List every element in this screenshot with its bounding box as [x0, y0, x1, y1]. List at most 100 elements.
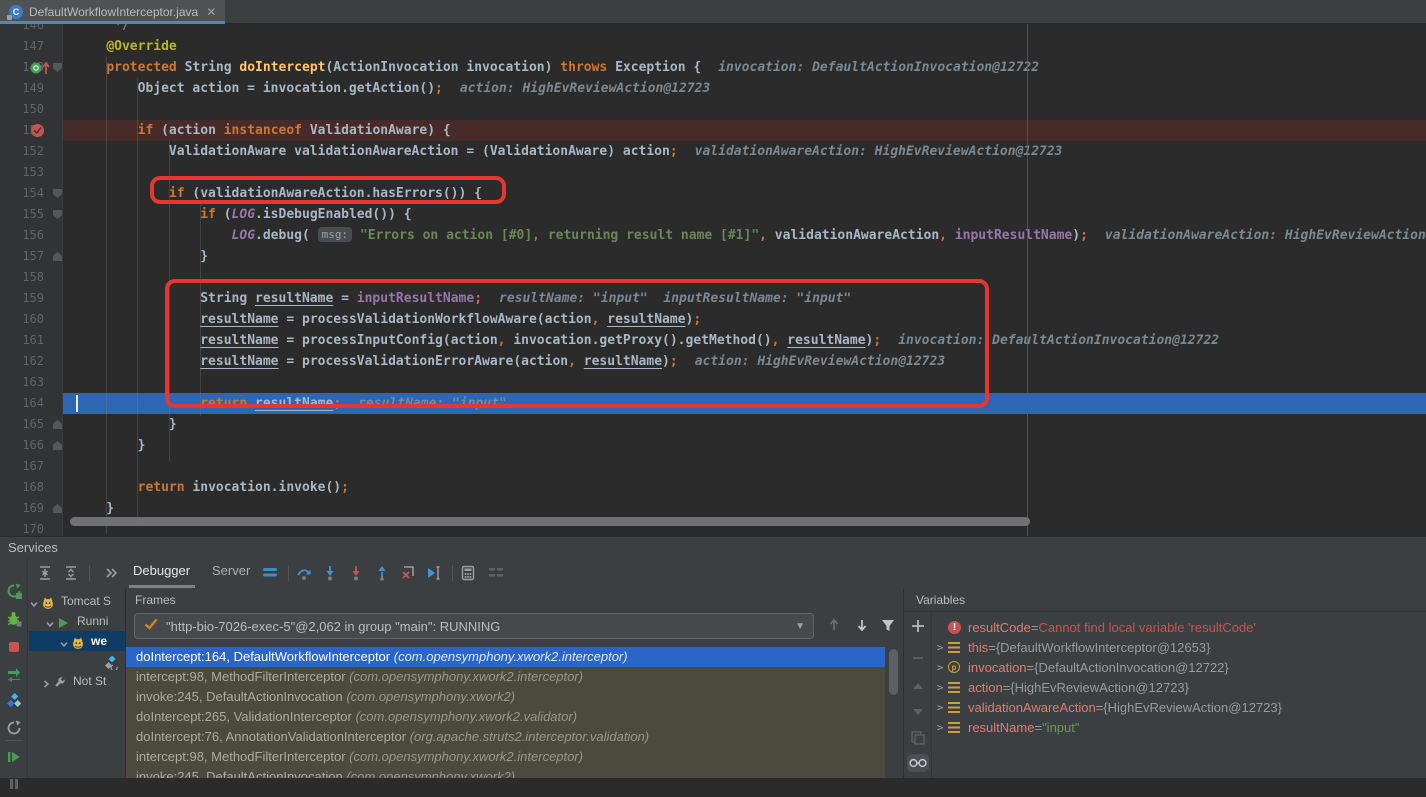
drop-frame-icon[interactable]: [400, 565, 416, 581]
variable-row[interactable]: >action = {HighEvReviewAction@12723}: [932, 677, 1426, 697]
chevron-right-icon[interactable]: >: [932, 661, 948, 674]
services-tree-item[interactable]: we: [29, 631, 125, 651]
code-line-152[interactable]: 152 ValidationAware validationAwareActio…: [0, 141, 1426, 162]
move-down-icon[interactable]: [910, 704, 926, 720]
step-out-icon[interactable]: [374, 565, 390, 581]
code-line-158[interactable]: 158: [0, 267, 1426, 288]
stack-frame[interactable]: invoke:245, DefaultActionInvocation (com…: [126, 767, 885, 778]
fold-marker[interactable]: [53, 504, 62, 513]
fold-marker[interactable]: [53, 441, 62, 450]
thread-selector[interactable]: "http-bio-7026-exec-5"@2,062 in group "m…: [134, 613, 814, 639]
parameter-icon: p: [948, 661, 968, 673]
code-line-166[interactable]: 166 }: [0, 435, 1426, 456]
variable-row[interactable]: >pinvocation = {DefaultActionInvocation@…: [932, 657, 1426, 677]
show-watches-icon[interactable]: [907, 754, 929, 772]
add-watch-icon[interactable]: [910, 618, 926, 634]
code-line-165[interactable]: 165 }: [0, 414, 1426, 435]
variable-row[interactable]: >resultName = "input": [932, 717, 1426, 737]
stack-frame[interactable]: invoke:245, DefaultActionInvocation (com…: [126, 687, 885, 707]
variable-row[interactable]: >this = {DefaultWorkflowInterceptor@1265…: [932, 637, 1426, 657]
frames-scrollbar[interactable]: [885, 647, 903, 778]
fold-marker[interactable]: [53, 210, 62, 219]
chevron-right-icon[interactable]: [41, 676, 53, 686]
code-line-164[interactable]: 164 return resultName;resultName: "input…: [0, 393, 1426, 414]
remove-watch-icon[interactable]: [910, 650, 926, 666]
code-line-160[interactable]: 160 resultName = processValidationWorkfl…: [0, 309, 1426, 330]
code-line-163[interactable]: 163: [0, 372, 1426, 393]
variable-row[interactable]: >validationAwareAction = {HighEvReviewAc…: [932, 697, 1426, 717]
code-line-151[interactable]: 151 if (action instanceof ValidationAwar…: [0, 120, 1426, 141]
run-to-cursor-icon[interactable]: [426, 565, 442, 581]
frames-scrollbar-thumb[interactable]: [889, 649, 898, 695]
stack-frame[interactable]: doIntercept:265, ValidationInterceptor (…: [126, 707, 885, 727]
stack-frame[interactable]: doIntercept:76, AnnotationValidationInte…: [126, 727, 885, 747]
close-icon[interactable]: ✕: [206, 6, 216, 18]
services-tree-item[interactable]: [29, 651, 125, 671]
debug-icon[interactable]: [6, 611, 22, 627]
services-tree-item[interactable]: Not St: [29, 671, 125, 691]
code-line-148[interactable]: 148 protected String doIntercept(ActionI…: [0, 57, 1426, 78]
code-editor[interactable]: 146 */147 @Override148 protected String …: [0, 24, 1426, 536]
variable-row[interactable]: !resultCode = Cannot find local variable…: [932, 617, 1426, 637]
editor-tab[interactable]: C DefaultWorkflowInterceptor.java ✕: [0, 0, 225, 24]
duplicate-icon[interactable]: [910, 730, 926, 746]
tab-debugger[interactable]: Debugger: [133, 563, 190, 578]
stack-frame[interactable]: intercept:98, MethodFilterInterceptor (c…: [126, 747, 885, 767]
code-line-150[interactable]: 150: [0, 99, 1426, 120]
services-tree-item[interactable]: Tomcat S: [29, 591, 125, 611]
code-line-157[interactable]: 157 }: [0, 246, 1426, 267]
evaluate-expression-icon[interactable]: [460, 565, 476, 581]
chevron-down-icon[interactable]: [59, 636, 71, 646]
code-line-162[interactable]: 162 resultName = processValidationErrorA…: [0, 351, 1426, 372]
breakpoint-icon[interactable]: [30, 123, 45, 143]
code-line-156[interactable]: 156 LOG.debug( msg: "Errors on action [#…: [0, 225, 1426, 246]
chevron-right-icon[interactable]: >: [932, 681, 948, 694]
expand-all-icon[interactable]: [37, 565, 53, 581]
step-into-icon[interactable]: [322, 565, 338, 581]
fold-marker[interactable]: [53, 63, 62, 72]
services-icon[interactable]: [6, 693, 22, 709]
stack-frame[interactable]: intercept:98, MethodFilterInterceptor (c…: [126, 667, 885, 687]
code-line-153[interactable]: 153: [0, 162, 1426, 183]
step-over-icon[interactable]: [296, 565, 312, 581]
chevron-right-icon[interactable]: >: [932, 721, 948, 734]
fold-marker[interactable]: [53, 189, 62, 198]
tab-server[interactable]: Server: [212, 563, 250, 578]
code-line-159[interactable]: 159 String resultName = inputResultName;…: [0, 288, 1426, 309]
code-line-167[interactable]: 167: [0, 456, 1426, 477]
layout-settings-icon[interactable]: [488, 565, 504, 581]
threads-view-icon[interactable]: [262, 565, 278, 581]
code-line-161[interactable]: 161 resultName = processInputConfig(acti…: [0, 330, 1426, 351]
code-line-154[interactable]: 154 if (validationAwareAction.hasErrors(…: [0, 183, 1426, 204]
stack-frame[interactable]: doIntercept:164, DefaultWorkflowIntercep…: [126, 647, 885, 667]
code-line-146[interactable]: 146 */: [0, 24, 1426, 36]
stop-icon[interactable]: [6, 639, 22, 655]
refresh-icon[interactable]: [6, 720, 22, 736]
next-frame-icon[interactable]: [854, 617, 870, 633]
code-line-155[interactable]: 155 if (LOG.isDebugEnabled()) {: [0, 204, 1426, 225]
code-line-149[interactable]: 149 Object action = invocation.getAction…: [0, 78, 1426, 99]
fold-marker[interactable]: [53, 252, 62, 261]
redeploy-icon[interactable]: [6, 666, 22, 682]
chevron-right-icon[interactable]: >: [932, 641, 948, 654]
chevron-down-icon[interactable]: [45, 616, 57, 626]
chevron-down-icon[interactable]: [29, 596, 41, 606]
pause-icon[interactable]: [6, 776, 22, 792]
horizontal-scrollbar[interactable]: [70, 517, 1030, 526]
rerun-icon[interactable]: [6, 583, 22, 599]
fold-marker[interactable]: [53, 420, 62, 429]
prev-frame-icon[interactable]: [826, 617, 842, 633]
services-tree-item[interactable]: Runni: [29, 611, 125, 631]
code-line-168[interactable]: 168 return invocation.invoke();: [0, 477, 1426, 498]
resume-icon[interactable]: [6, 749, 22, 765]
filter-icon[interactable]: [880, 617, 896, 633]
line-number: 163: [0, 372, 44, 393]
move-up-icon[interactable]: [910, 678, 926, 694]
overriding-method-icon[interactable]: [30, 60, 54, 80]
collapse-all-icon[interactable]: [63, 565, 79, 581]
code-line-169[interactable]: 169 }: [0, 498, 1426, 519]
chevron-right-icon[interactable]: >: [932, 701, 948, 714]
chevron-double-icon[interactable]: [103, 565, 119, 581]
code-line-147[interactable]: 147 @Override: [0, 36, 1426, 57]
force-step-into-icon[interactable]: [348, 565, 364, 581]
